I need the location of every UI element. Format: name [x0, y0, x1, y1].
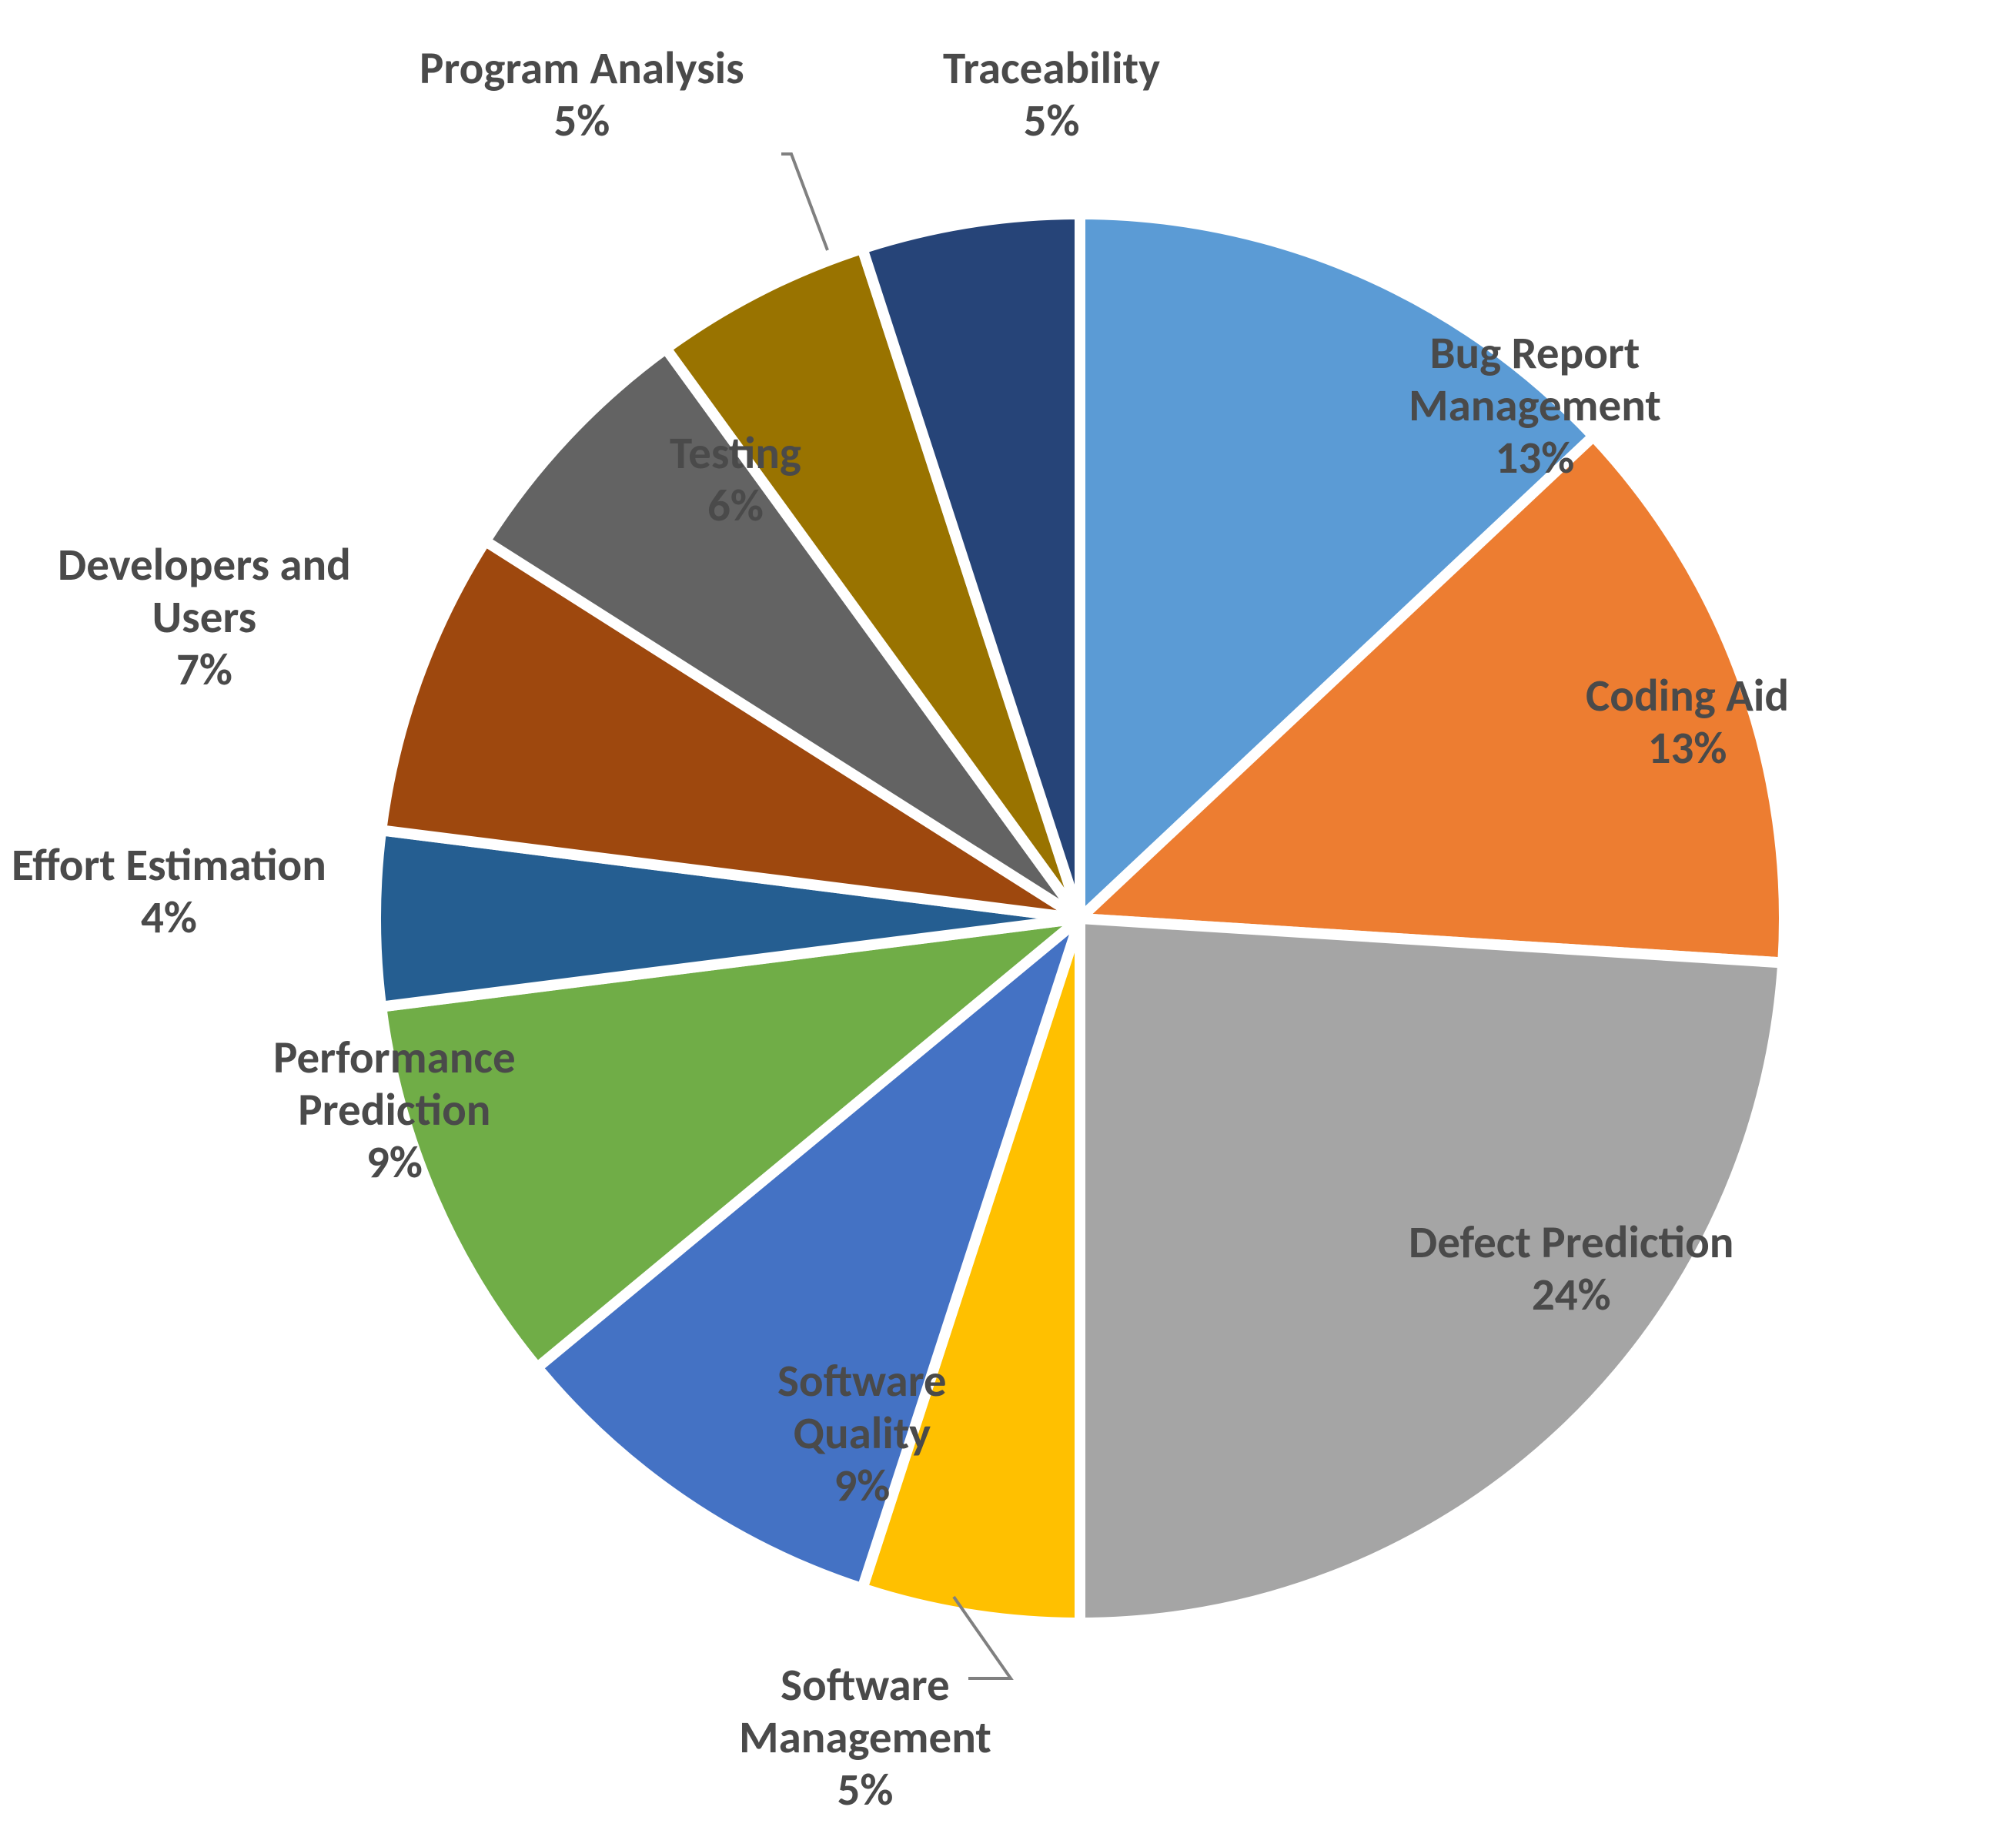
slice-percent: 13% [1409, 432, 1661, 484]
slice-name: Software [777, 1355, 947, 1407]
leader-line [781, 154, 827, 250]
slice-name: Program Analysis [420, 42, 744, 95]
slice-percent: 13% [1586, 722, 1789, 775]
slice-name: Developers and [58, 539, 351, 591]
slice-name: Quality [777, 1407, 947, 1460]
slice-name: Management [1409, 380, 1661, 432]
slice-percent: 9% [273, 1136, 516, 1189]
slice-label: Testing6% [670, 427, 801, 532]
slice-name: Coding Aid [1586, 670, 1789, 722]
slice-label: Coding Aid13% [1586, 670, 1789, 775]
slice-percent: 24% [1409, 1269, 1733, 1321]
slice-name: Prediction [273, 1084, 516, 1136]
slice-label: PerformancePrediction9% [273, 1032, 516, 1189]
slice-label: SoftwareManagement5% [739, 1659, 991, 1816]
slice-percent: 9% [777, 1460, 947, 1512]
slice-label: Effort Estimation4% [12, 839, 326, 944]
slice-label: Developers andUsers7% [58, 539, 351, 696]
slice-percent: 4% [12, 892, 326, 944]
slice-name: Testing [670, 427, 801, 480]
slice-name: Defect Prediction [1409, 1216, 1733, 1269]
slice-name: Bug Report [1409, 327, 1661, 380]
slice-name: Effort Estimation [12, 839, 326, 892]
slice-label: Traceability5% [943, 42, 1160, 147]
slice-percent: 6% [670, 480, 801, 532]
chart-stage: Bug ReportManagement13%Coding Aid13%Defe… [0, 0, 2016, 1837]
slice-name: Traceability [943, 42, 1160, 95]
slice-label: Defect Prediction24% [1409, 1216, 1733, 1321]
slice-name: Management [739, 1712, 991, 1764]
slice-label: Bug ReportManagement13% [1409, 327, 1661, 484]
slice-name: Software [739, 1659, 991, 1712]
slice-name: Performance [273, 1032, 516, 1084]
slice-name: Users [58, 591, 351, 644]
slice-label: Program Analysis5% [420, 42, 744, 147]
slice-percent: 7% [58, 644, 351, 696]
slice-percent: 5% [420, 95, 744, 147]
slice-percent: 5% [739, 1764, 991, 1816]
slice-label: SoftwareQuality9% [777, 1355, 947, 1512]
slice-percent: 5% [943, 95, 1160, 147]
